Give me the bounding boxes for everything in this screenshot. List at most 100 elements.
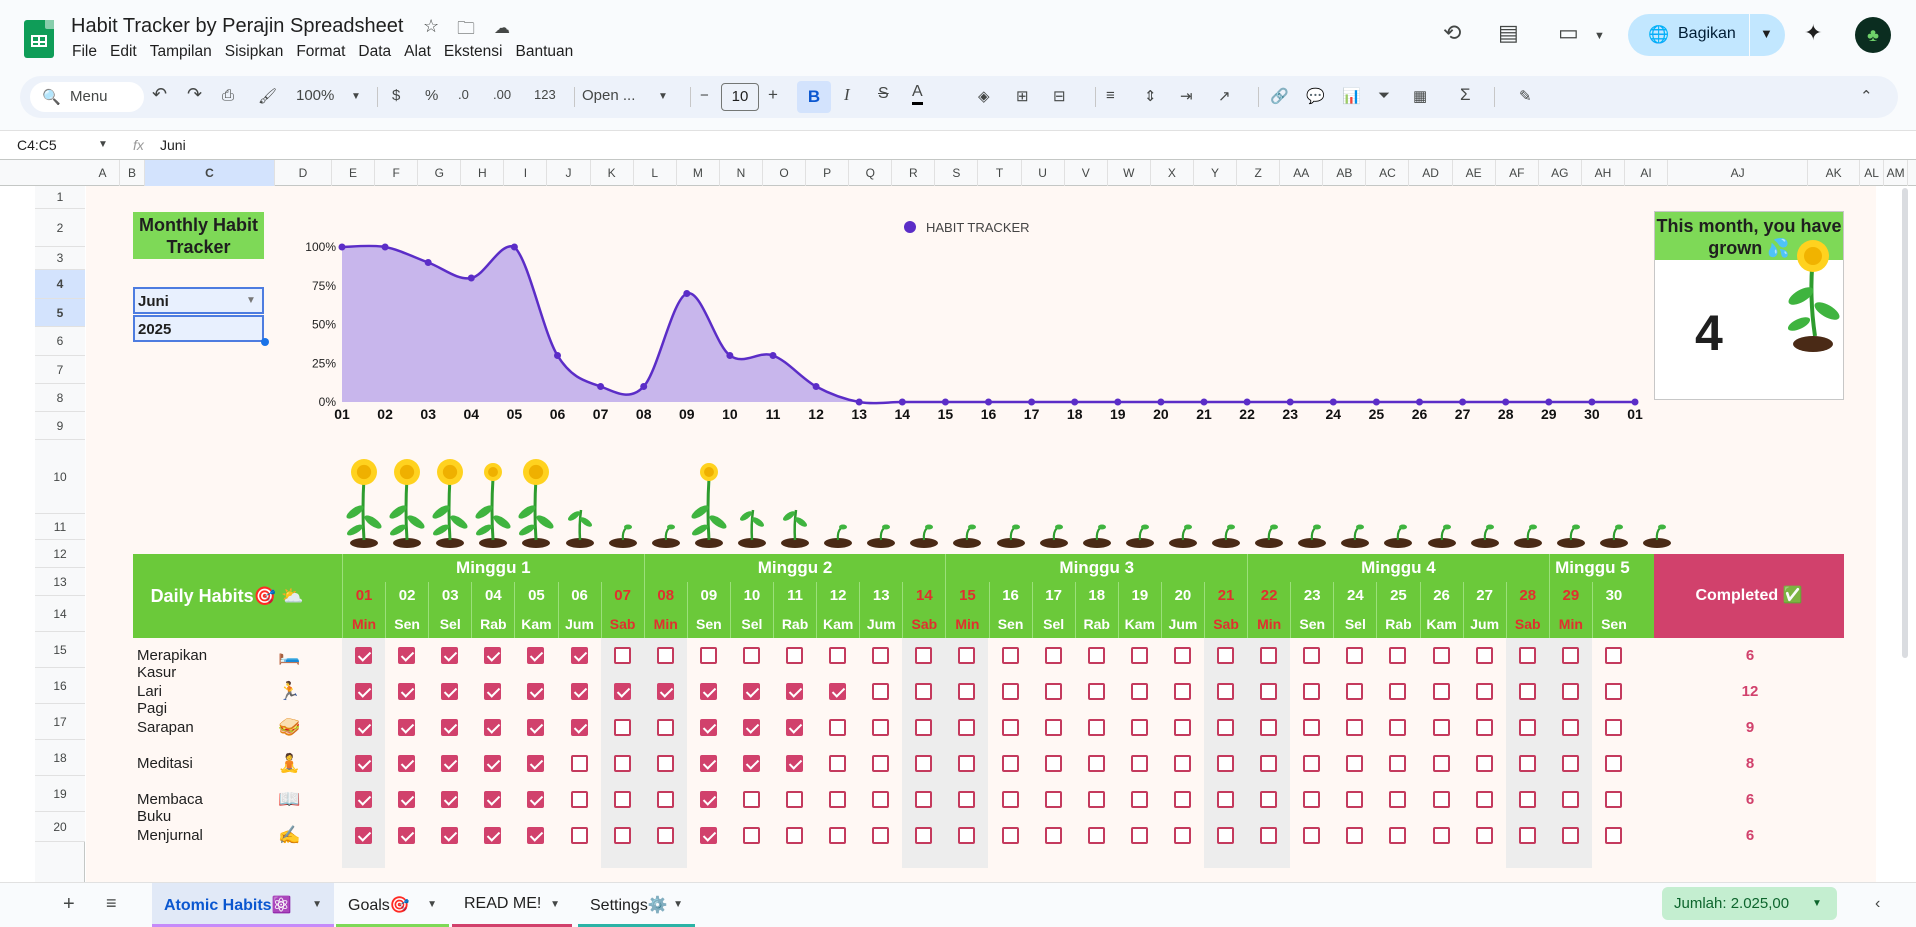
habit-checkbox[interactable] [1346, 647, 1364, 664]
row-header-10[interactable]: 10 [35, 440, 85, 514]
habit-checkbox[interactable] [398, 791, 416, 808]
habit-checkbox[interactable] [915, 719, 933, 736]
document-title[interactable]: Habit Tracker by Perajin Spreadsheet [71, 15, 403, 38]
habit-checkbox[interactable] [786, 683, 803, 700]
editing-mode-icon[interactable]: ✎ [1519, 87, 1532, 105]
habit-checkbox[interactable] [915, 755, 933, 772]
column-header-H[interactable]: H [461, 160, 505, 186]
habit-checkbox[interactable] [613, 647, 631, 664]
habit-checkbox[interactable] [1475, 827, 1493, 844]
row-header-12[interactable]: 12 [35, 540, 85, 568]
column-header-AI[interactable]: AI [1625, 160, 1669, 186]
sheet-tab-menu-icon[interactable]: ▼ [673, 899, 683, 910]
row-header-1[interactable]: 1 [35, 186, 85, 209]
column-header-D[interactable]: D [275, 160, 332, 186]
align-vertical-icon[interactable]: ⇕ [1144, 87, 1157, 105]
redo-icon[interactable]: ↷ [187, 84, 202, 105]
habit-checkbox[interactable] [1217, 791, 1234, 808]
column-header-R[interactable]: R [892, 160, 936, 186]
sheet-tab[interactable]: READ ME! ▼ [452, 883, 572, 927]
column-header-C[interactable]: C [145, 160, 275, 186]
habit-checkbox[interactable] [484, 791, 502, 808]
link-icon[interactable]: 🔗 [1270, 87, 1289, 105]
habit-checkbox[interactable] [441, 827, 459, 844]
habit-checkbox[interactable] [1173, 719, 1191, 736]
habit-checkbox[interactable] [872, 683, 890, 700]
habit-name[interactable]: Lari Pagi [137, 683, 167, 717]
undo-icon[interactable]: ↶ [152, 84, 167, 105]
column-header-Y[interactable]: Y [1194, 160, 1238, 186]
habit-checkbox[interactable] [1217, 683, 1234, 700]
collapse-menus-icon[interactable]: ⌃ [1860, 87, 1873, 105]
habit-checkbox[interactable] [1044, 719, 1062, 736]
column-header-X[interactable]: X [1151, 160, 1194, 186]
habit-checkbox[interactable] [527, 791, 545, 808]
column-header-Z[interactable]: Z [1237, 160, 1281, 186]
comments-icon[interactable]: ▤ [1498, 20, 1519, 46]
habit-checkbox[interactable] [872, 755, 890, 772]
habit-checkbox[interactable] [355, 647, 372, 664]
habit-checkbox[interactable] [1346, 683, 1364, 700]
habit-checkbox[interactable] [527, 827, 545, 844]
habit-checkbox[interactable] [613, 827, 631, 844]
habit-checkbox[interactable] [355, 683, 372, 700]
habit-checkbox[interactable] [613, 755, 631, 772]
habit-checkbox[interactable] [699, 719, 717, 736]
fill-color-icon[interactable]: ◈ [978, 87, 990, 105]
habit-checkbox[interactable] [915, 647, 933, 664]
sheet-tab[interactable]: Goals🎯 ▼ [336, 883, 449, 927]
habit-checkbox[interactable] [1604, 791, 1622, 808]
column-header-AE[interactable]: AE [1453, 160, 1496, 186]
column-header-Q[interactable]: Q [849, 160, 893, 186]
habit-checkbox[interactable] [872, 719, 890, 736]
habit-checkbox[interactable] [699, 647, 717, 664]
habit-checkbox[interactable] [398, 683, 416, 700]
habit-checkbox[interactable] [1346, 719, 1364, 736]
habit-checkbox[interactable] [829, 647, 847, 664]
habit-checkbox[interactable] [570, 755, 588, 772]
habit-checkbox[interactable] [958, 647, 976, 664]
font-size-decrease-icon[interactable]: − [700, 87, 709, 104]
habit-checkbox[interactable] [527, 755, 545, 772]
habit-checkbox[interactable] [656, 755, 674, 772]
habit-checkbox[interactable] [355, 827, 372, 844]
number-format-button[interactable]: 123 [534, 87, 556, 102]
currency-button[interactable]: $ [392, 87, 400, 104]
habit-checkbox[interactable] [355, 719, 372, 736]
functions-icon[interactable]: Σ [1460, 85, 1471, 105]
habit-checkbox[interactable] [656, 791, 674, 808]
habit-checkbox[interactable] [1087, 755, 1105, 772]
column-header-K[interactable]: K [591, 160, 634, 186]
habit-checkbox[interactable] [699, 827, 717, 844]
habit-checkbox[interactable] [1604, 755, 1622, 772]
share-dropdown-icon[interactable]: ▼ [1760, 26, 1773, 41]
column-header-AA[interactable]: AA [1280, 160, 1324, 186]
habit-checkbox[interactable] [915, 683, 933, 700]
borders-icon[interactable]: ⊞ [1016, 87, 1029, 105]
column-header-U[interactable]: U [1022, 160, 1065, 186]
menu-alat[interactable]: Alat [404, 43, 431, 61]
column-header-AC[interactable]: AC [1366, 160, 1410, 186]
habit-checkbox[interactable] [1087, 683, 1105, 700]
habit-checkbox[interactable] [1561, 683, 1579, 700]
habit-checkbox[interactable] [1475, 719, 1493, 736]
habit-name[interactable]: Merapikan Kasur [137, 647, 207, 681]
zoom-select[interactable]: 100% [296, 87, 334, 104]
explore-collapse-icon[interactable]: ‹ [1875, 895, 1880, 913]
habit-checkbox[interactable] [1561, 755, 1579, 772]
habit-checkbox[interactable] [1389, 683, 1407, 700]
habit-checkbox[interactable] [1561, 791, 1579, 808]
habit-checkbox[interactable] [1604, 719, 1622, 736]
column-header-AM[interactable]: AM [1884, 160, 1909, 186]
habit-checkbox[interactable] [1518, 647, 1536, 664]
habit-checkbox[interactable] [656, 647, 674, 664]
cloud-saved-icon[interactable]: ☁ [494, 18, 510, 38]
habit-checkbox[interactable] [958, 755, 976, 772]
year-cell[interactable]: 2025 [133, 315, 264, 342]
habit-checkbox[interactable] [1389, 647, 1407, 664]
habit-checkbox[interactable] [829, 683, 847, 700]
column-header-A[interactable]: A [86, 160, 120, 186]
habit-checkbox[interactable] [1044, 755, 1062, 772]
column-header-B[interactable]: B [120, 160, 145, 186]
habit-checkbox[interactable] [1044, 827, 1062, 844]
